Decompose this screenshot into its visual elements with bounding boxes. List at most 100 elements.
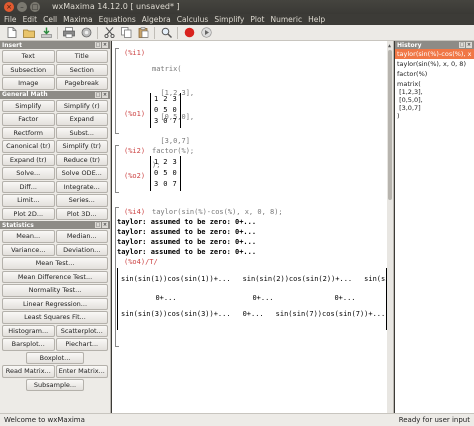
insert-text-button[interactable]: Text	[2, 50, 55, 63]
insert-pagebreak-button[interactable]: Pagebreak	[55, 77, 108, 90]
plot-2d-button[interactable]: Plot 2D...	[2, 207, 55, 220]
canonical-tr-button[interactable]: Canonical (tr)	[2, 140, 55, 153]
history-item[interactable]: taylor(sin(%)-cos(%), x	[395, 49, 474, 59]
subsample-button[interactable]: Subsample...	[25, 378, 85, 391]
series-button[interactable]: Series...	[55, 194, 108, 207]
warning-line: taylor: assumed to be zero: 0+...	[117, 248, 257, 256]
panel-close-icon[interactable]: ×	[102, 42, 108, 48]
histogram-button[interactable]: Histogram...	[2, 324, 55, 337]
history-item[interactable]: matrix( [1,2,3], [0,5,0], [3,0,7] )	[395, 79, 474, 121]
insert-image-button[interactable]: Image	[2, 77, 55, 90]
boxplot-button[interactable]: Boxplot...	[25, 351, 85, 364]
rectform-button[interactable]: Rectform	[2, 126, 55, 139]
matrix-entry: sin(sin(2))cos(sin(2))+...	[242, 275, 353, 283]
read-matrix-button[interactable]: Read Matrix...	[2, 365, 55, 378]
mean-test-button[interactable]: Mean Test...	[2, 257, 108, 270]
cell-bracket[interactable]	[115, 48, 119, 134]
save-icon[interactable]	[40, 27, 52, 39]
deviation-button[interactable]: Deviation...	[55, 243, 108, 256]
print-icon[interactable]	[63, 27, 75, 39]
minimize-icon[interactable]: –	[17, 2, 27, 12]
piechart-button[interactable]: Piechart...	[55, 338, 108, 351]
solve-ode-button[interactable]: Solve ODE...	[55, 167, 108, 180]
menu-equations[interactable]: Equations	[99, 15, 136, 24]
menu-numeric[interactable]: Numeric	[271, 15, 303, 24]
linear-regression-button[interactable]: Linear Regression...	[2, 297, 108, 310]
expand-tr-button[interactable]: Expand (tr)	[2, 153, 55, 166]
mean-difference-test-button[interactable]: Mean Difference Test...	[2, 270, 108, 283]
warning-line: taylor: assumed to be zero: 0+...	[117, 228, 257, 236]
panel-float-icon[interactable]: □	[95, 91, 101, 98]
continue-icon[interactable]	[200, 27, 212, 39]
preferences-icon[interactable]	[80, 27, 92, 39]
variance-button[interactable]: Variance...	[2, 243, 55, 256]
close-icon[interactable]: ×	[4, 2, 14, 12]
menu-cell[interactable]: Cell	[43, 15, 57, 24]
insert-title-button[interactable]: Title	[55, 50, 108, 63]
menu-plot[interactable]: Plot	[250, 15, 264, 24]
scrollbar-thumb[interactable]	[388, 50, 392, 200]
paste-icon[interactable]	[137, 27, 149, 39]
plot-3d-button[interactable]: Plot 3D...	[55, 207, 108, 220]
cell-bracket[interactable]	[115, 207, 119, 347]
panel-close-icon[interactable]: ×	[102, 222, 108, 228]
toolbar-separator	[57, 26, 58, 39]
copy-icon[interactable]	[120, 27, 132, 39]
solve-button[interactable]: Solve...	[2, 167, 55, 180]
matrix-entry: 0	[163, 117, 168, 125]
panel-float-icon[interactable]: □	[95, 42, 101, 48]
toolbar-separator	[154, 26, 155, 39]
cell-input[interactable]: taylor(sin(%)-cos(%), x, 0, 8);	[152, 208, 283, 216]
maximize-icon[interactable]: □	[30, 2, 40, 12]
scatterplot-button[interactable]: Scatterplot...	[55, 324, 108, 337]
simplify-r-button[interactable]: Simplify (r)	[55, 99, 108, 112]
panel-float-icon[interactable]: □	[459, 42, 465, 48]
integrate-button[interactable]: Integrate...	[55, 180, 108, 193]
simplify-tr-button[interactable]: Simplify (tr)	[55, 140, 108, 153]
cell-bracket[interactable]	[115, 145, 119, 193]
enter-matrix-button[interactable]: Enter Matrix...	[55, 365, 108, 378]
matrix-entry: 5	[163, 106, 168, 114]
reduce-tr-button[interactable]: Reduce (tr)	[55, 153, 108, 166]
history-item[interactable]: factor(%)	[395, 69, 474, 79]
interrupt-icon[interactable]	[183, 27, 195, 39]
matrix-row: 0+... 0+... 0+...	[121, 293, 383, 304]
limit-button[interactable]: Limit...	[2, 194, 55, 207]
expand-button[interactable]: Expand	[55, 113, 108, 126]
matrix-entry: 2	[163, 95, 168, 103]
menu-edit[interactable]: Edit	[23, 15, 38, 24]
menu-simplify[interactable]: Simplify	[214, 15, 244, 24]
panel-float-icon[interactable]: □	[95, 222, 101, 228]
history-item[interactable]: taylor(sin(%), x, 0, 8)	[395, 59, 474, 69]
subst-button[interactable]: Subst...	[55, 126, 108, 139]
least-squares-fit-button[interactable]: Least Squares Fit...	[2, 311, 108, 324]
matrix-entry: 0	[172, 169, 177, 177]
simplify-button[interactable]: Simplify	[2, 99, 55, 112]
panel-close-icon[interactable]: ×	[102, 91, 108, 98]
matrix-entry: 0+...	[242, 310, 264, 318]
median-button[interactable]: Median...	[55, 230, 108, 243]
barsplot-button[interactable]: Barsplot...	[2, 338, 55, 351]
worksheet[interactable]: (%i1) matrix( [1,2,3], [0,5,0], [3,0,7] …	[112, 41, 394, 413]
menu-algebra[interactable]: Algebra	[142, 15, 171, 24]
find-icon[interactable]	[160, 27, 172, 39]
menu-calculus[interactable]: Calculus	[177, 15, 209, 24]
scroll-up-icon[interactable]: ▲	[388, 43, 391, 49]
worksheet-scrollbar[interactable]: ▲	[387, 41, 393, 413]
factor-button[interactable]: Factor	[2, 113, 55, 126]
menu-file[interactable]: File	[4, 15, 17, 24]
menu-help[interactable]: Help	[308, 15, 325, 24]
insert-subsection-button[interactable]: Subsection	[2, 63, 55, 76]
insert-section-button[interactable]: Section	[55, 63, 108, 76]
menu-maxima[interactable]: Maxima	[63, 15, 93, 24]
matrix-entry: 0	[154, 106, 159, 114]
sidebar-panels: Insert □ × Text Title Subsection Section …	[0, 41, 111, 413]
open-folder-icon[interactable]	[23, 27, 35, 39]
normality-test-button[interactable]: Normality Test...	[2, 284, 108, 297]
new-document-icon[interactable]	[6, 27, 18, 39]
cell-input[interactable]: factor(%);	[152, 147, 194, 155]
diff-button[interactable]: Diff...	[2, 180, 55, 193]
panel-close-icon[interactable]: ×	[466, 42, 472, 48]
cut-icon[interactable]	[103, 27, 115, 39]
mean-button[interactable]: Mean...	[2, 230, 55, 243]
